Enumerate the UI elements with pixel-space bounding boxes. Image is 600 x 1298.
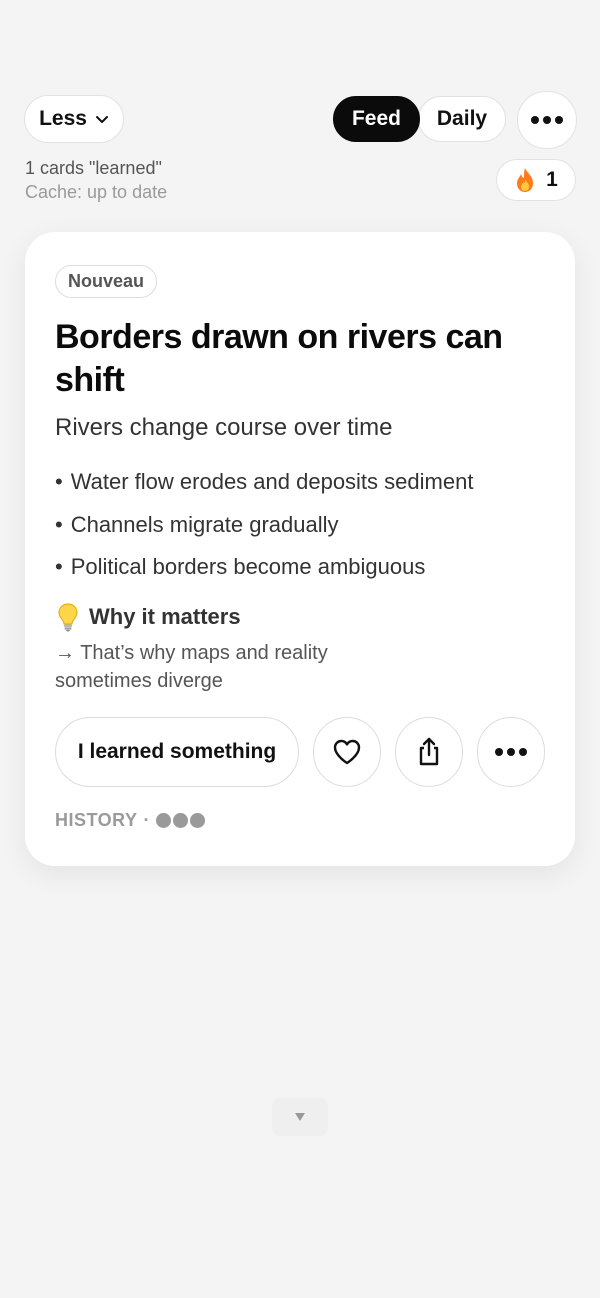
cache-status: Cache: up to date	[25, 182, 168, 202]
bullet-text: Water flow erodes and deposits sediment	[70, 469, 474, 494]
list-item: • Water flow erodes and deposits sedimen…	[55, 468, 473, 511]
list-item: • Channels migrate gradually	[55, 511, 473, 554]
list-item: • Political borders become ambiguous	[55, 553, 473, 596]
fact-card: Nouveau Borders drawn on rivers can shif…	[25, 232, 575, 866]
why-it-matters-text: → That’s why maps and reality sometimes …	[55, 642, 328, 692]
bullet-text: Channels migrate gradually	[70, 511, 339, 537]
more-options-button[interactable]	[517, 91, 577, 149]
bullet-symbol: •	[55, 469, 63, 494]
bullet-symbol: •	[55, 554, 63, 579]
category-separator: ·	[143, 810, 151, 830]
category-name: HISTORY	[55, 810, 138, 830]
flame-icon	[517, 168, 534, 192]
card-title: Borders drawn on rivers can shift	[55, 318, 503, 399]
learned-count: 1 cards "learned"	[25, 158, 162, 178]
chevron-down-icon	[95, 116, 108, 123]
ellipsis-icon	[531, 116, 563, 124]
less-label: Less	[39, 107, 87, 130]
learned-button-label: I learned something	[77, 740, 277, 763]
tab-feed-label: Feed	[351, 107, 401, 130]
ellipsis-icon	[495, 748, 527, 756]
tab-daily[interactable]: Daily	[418, 96, 506, 142]
share-icon	[419, 737, 439, 766]
streak-count: 1	[546, 168, 558, 191]
tab-feed[interactable]: Feed	[333, 96, 420, 142]
card-subtitle: Rivers change course over time	[55, 414, 393, 441]
less-button[interactable]: Less	[24, 95, 124, 143]
card-more-button[interactable]	[477, 717, 545, 787]
status-badge: Nouveau	[55, 265, 158, 298]
learned-something-button[interactable]: I learned something	[55, 717, 299, 787]
heart-icon	[333, 739, 361, 765]
bullet-list: • Water flow erodes and deposits sedimen…	[55, 468, 473, 596]
chevron-down-icon	[295, 1113, 305, 1121]
difficulty-dots	[156, 813, 206, 828]
like-button[interactable]	[313, 717, 381, 787]
tab-daily-label: Daily	[436, 107, 488, 130]
scroll-down-button[interactable]	[272, 1098, 328, 1136]
lightbulb-icon	[58, 603, 78, 632]
streak-badge[interactable]: 1	[496, 159, 576, 201]
why-heading-text: Why it matters	[89, 604, 241, 629]
app-screen: Less Daily Feed 1 cards "learned" Cache:…	[0, 0, 600, 1298]
category-label: HISTORY ·	[55, 810, 206, 831]
bullet-symbol: •	[55, 511, 63, 537]
bullet-text: Political borders become ambiguous	[70, 554, 426, 579]
share-button[interactable]	[395, 717, 463, 787]
why-it-matters-heading: Why it matters	[55, 602, 241, 632]
